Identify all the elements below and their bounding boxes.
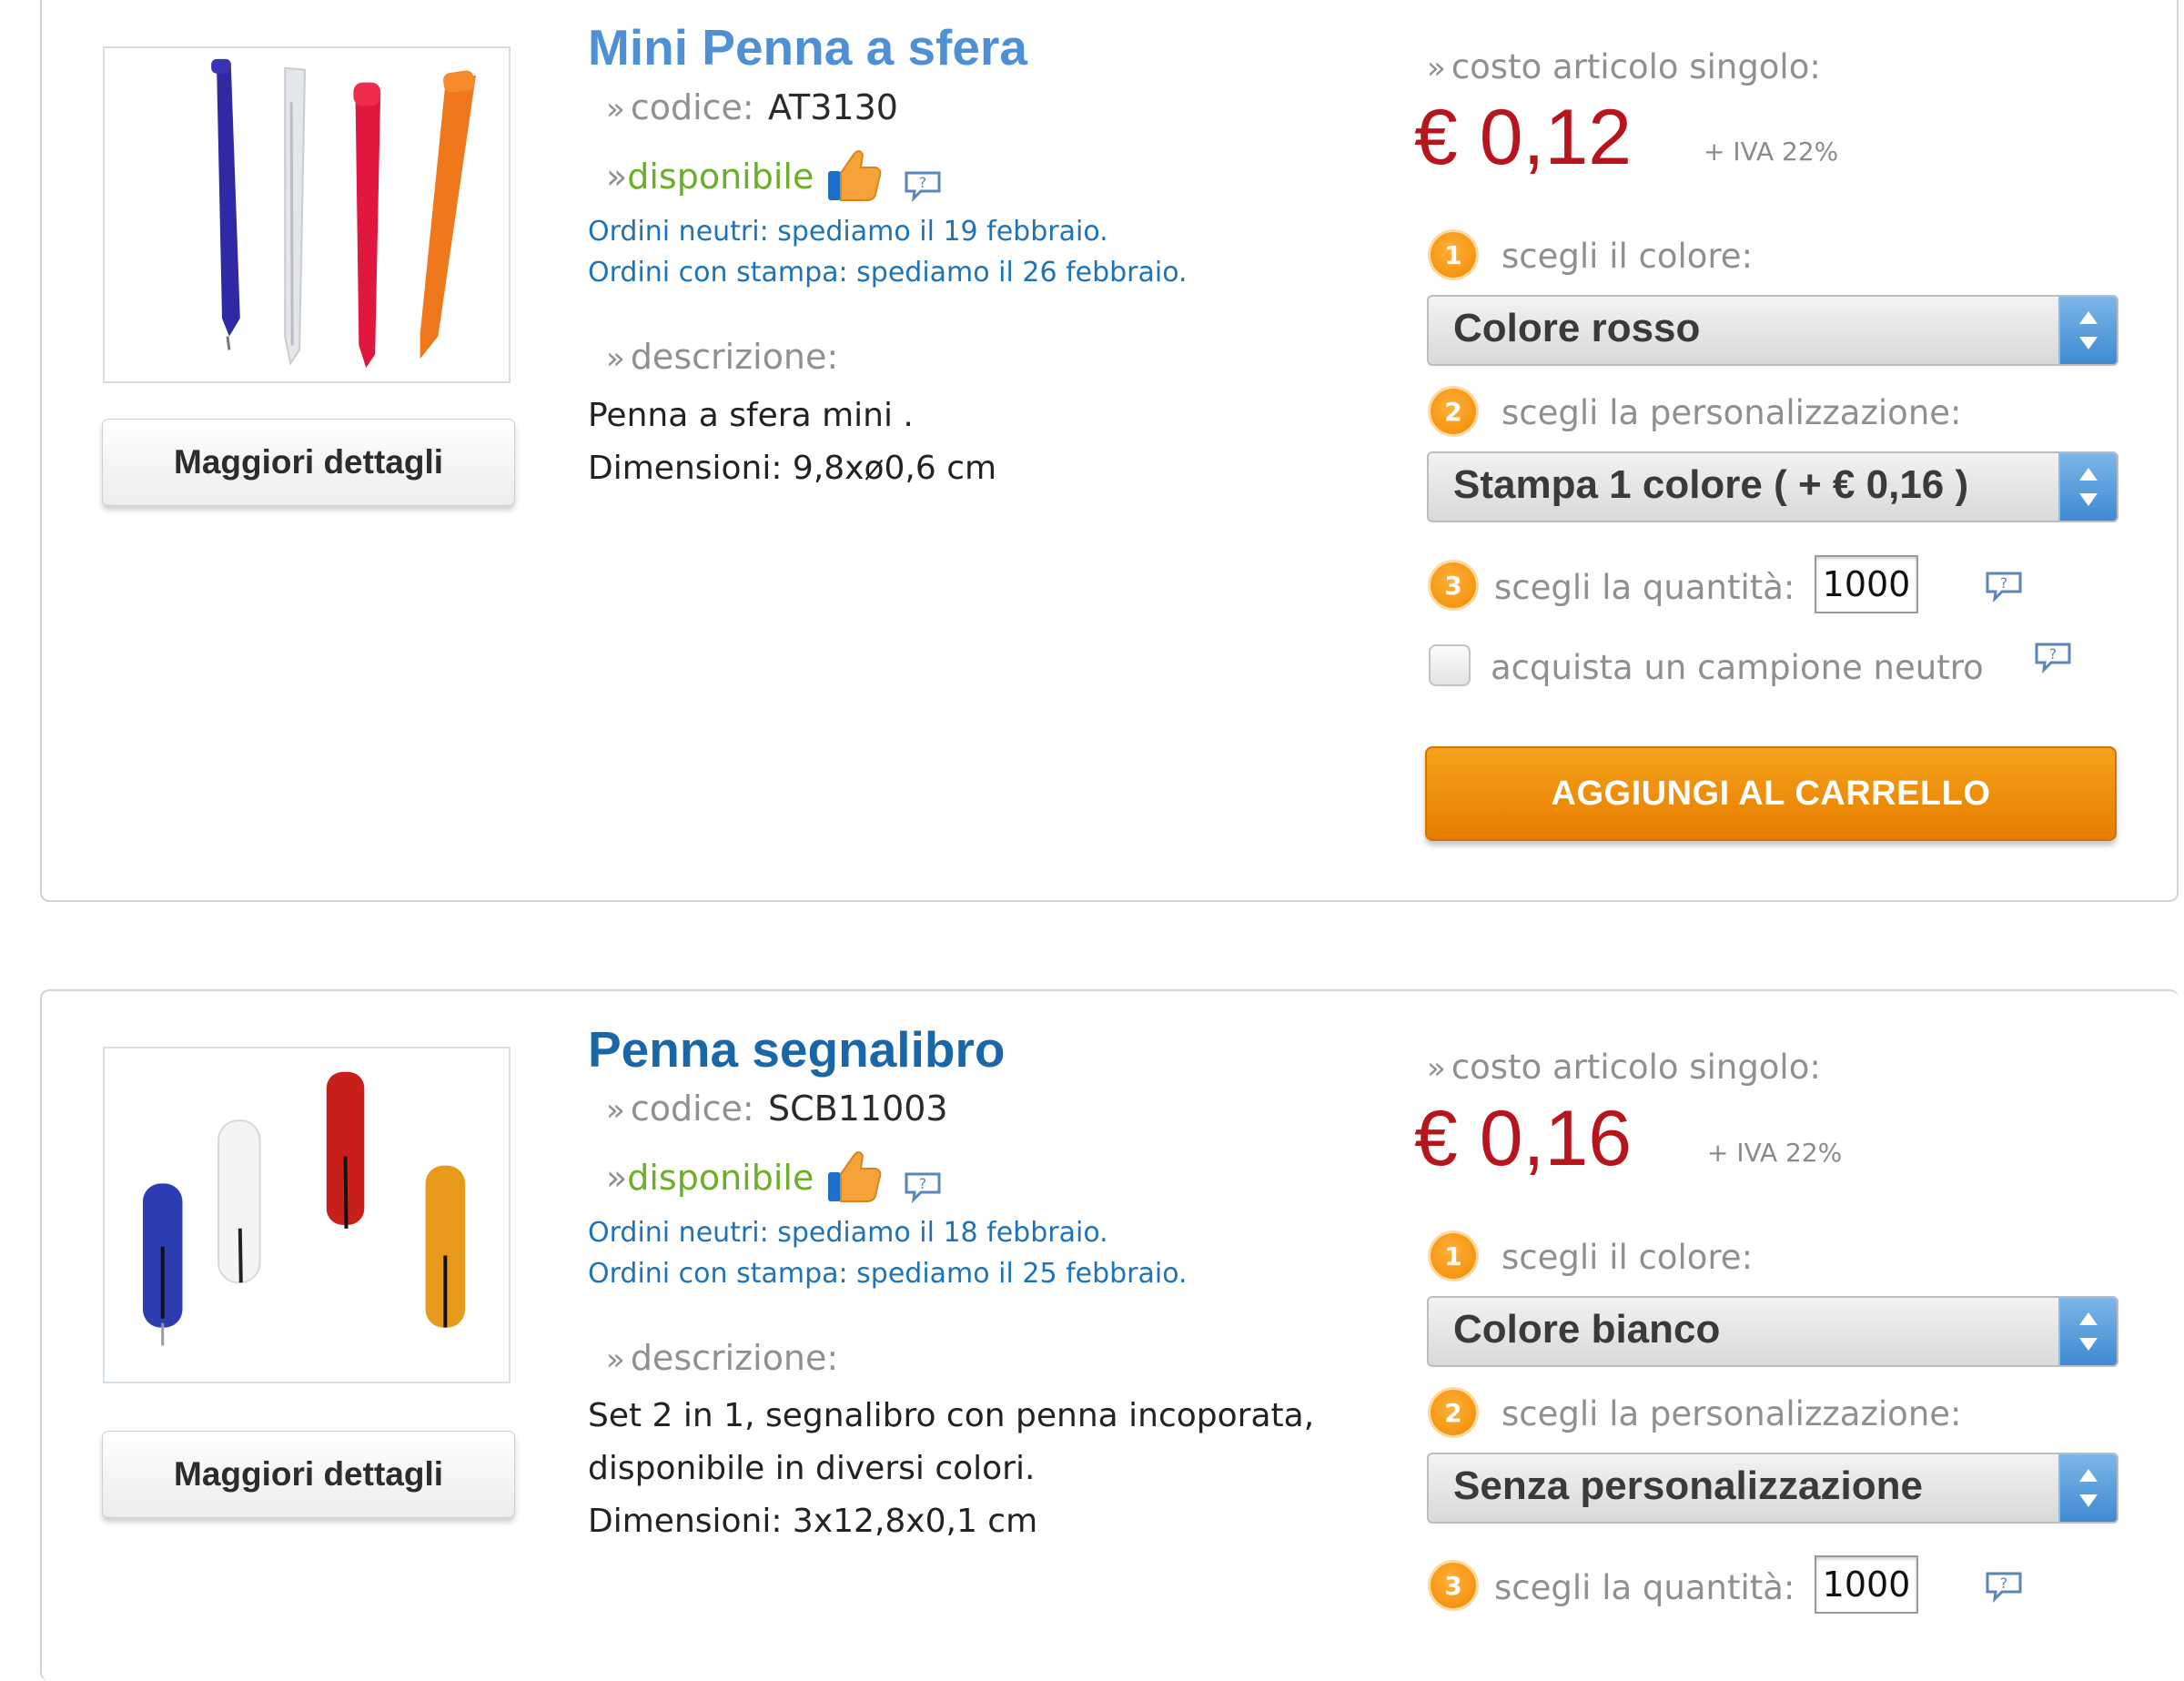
product-image[interactable] — [103, 1047, 511, 1383]
unit-cost-label: » costo articolo singolo: — [1427, 47, 1821, 86]
availability-status: »disponibile — [606, 1158, 814, 1198]
customization-step-label: scegli la personalizzazione: — [1502, 393, 1962, 432]
color-select[interactable]: Colore bianco — [1427, 1296, 2118, 1367]
step-3-icon: 3 — [1431, 562, 1476, 608]
product-image[interactable] — [103, 46, 511, 383]
bullet-icon: » — [606, 1158, 628, 1198]
thumbs-up-icon — [826, 1147, 883, 1205]
help-icon[interactable]: ? — [903, 169, 943, 203]
sample-label: acquista un campione neutro — [1491, 648, 1984, 687]
shipping-print-info: Ordini con stampa: spediamo il 26 febbra… — [588, 257, 1188, 289]
step-1-icon: 1 — [1431, 232, 1476, 278]
svg-text:?: ? — [2000, 574, 2008, 592]
product-card: Maggiori dettagli Penna segnalibro » codi… — [40, 989, 2179, 1681]
mini-pens-image — [211, 58, 476, 369]
customization-select-value: Senza personalizzazione — [1453, 1463, 1923, 1508]
color-step-label: scegli il colore: — [1502, 237, 1754, 276]
help-icon[interactable]: ? — [1984, 570, 2024, 603]
color-select[interactable]: Colore rosso — [1427, 295, 2118, 366]
svg-text:?: ? — [2000, 1575, 2008, 1592]
unit-price: € 0,16 — [1414, 1095, 1633, 1182]
shipping-print-info: Ordini con stampa: spediamo il 25 febbra… — [588, 1258, 1188, 1290]
code-label: » codice: — [606, 87, 754, 127]
svg-text:?: ? — [919, 1175, 927, 1192]
unit-cost-label: » costo articolo singolo: — [1427, 1048, 1821, 1087]
bookmark-pens-image — [142, 1071, 466, 1346]
unit-price: € 0,12 — [1414, 94, 1633, 181]
vat-note: + IVA 22% — [1704, 137, 1839, 167]
bullet-icon: » — [606, 157, 628, 197]
product-card: Maggiori dettagli Mini Penna a sfera » co… — [40, 0, 2179, 902]
bullet-icon: » — [1427, 50, 1446, 86]
select-arrows-icon — [2058, 453, 2117, 521]
bullet-icon: » — [606, 91, 625, 127]
customization-select-value: Stampa 1 colore ( + € 0,16 ) — [1453, 462, 1969, 507]
customization-select[interactable]: Senza personalizzazione — [1427, 1453, 2118, 1524]
description-line: Set 2 in 1, segnalibro con penna incopor… — [588, 1397, 1315, 1434]
more-details-button[interactable]: Maggiori dettagli — [102, 1431, 515, 1518]
svg-text:?: ? — [919, 174, 927, 191]
vat-note: + IVA 22% — [1707, 1138, 1843, 1168]
help-icon[interactable]: ? — [2033, 641, 2073, 674]
code-label: » codice: — [606, 1089, 754, 1129]
description-label: » descrizione: — [606, 1338, 839, 1378]
add-to-cart-button[interactable]: AGGIUNGI AL CARRELLO — [1425, 746, 2117, 841]
help-icon[interactable]: ? — [1984, 1570, 2024, 1604]
step-2-icon: 2 — [1431, 389, 1476, 434]
quantity-step-label: scegli la quantità: — [1494, 1568, 1795, 1607]
thumbs-up-icon — [826, 146, 883, 204]
description-line: disponibile in diversi colori. — [588, 1450, 1036, 1487]
select-arrows-icon — [2058, 1298, 2117, 1365]
step-3-icon: 3 — [1431, 1563, 1476, 1608]
description-line: Penna a sfera mini . — [588, 397, 914, 434]
select-arrows-icon — [2058, 1454, 2117, 1522]
select-arrows-icon — [2058, 297, 2117, 364]
description-line: Dimensioni: 9,8xø0,6 cm — [588, 450, 997, 487]
product-code: SCB11003 — [768, 1089, 948, 1129]
sample-checkbox[interactable] — [1429, 644, 1471, 686]
more-details-button[interactable]: Maggiori dettagli — [102, 419, 515, 506]
svg-text:?: ? — [2049, 645, 2058, 663]
product-description: Set 2 in 1, segnalibro con penna incopor… — [588, 1390, 1316, 1548]
description-label: » descrizione: — [606, 337, 839, 377]
bullet-icon: » — [606, 340, 625, 377]
product-code: AT3130 — [768, 87, 898, 127]
product-title[interactable]: Mini Penna a sfera — [588, 18, 1027, 76]
quantity-input[interactable] — [1815, 555, 1918, 613]
customization-select[interactable]: Stampa 1 colore ( + € 0,16 ) — [1427, 451, 2118, 522]
help-icon[interactable]: ? — [903, 1170, 943, 1204]
step-1-icon: 1 — [1431, 1233, 1476, 1279]
availability-status: »disponibile — [606, 157, 814, 197]
product-title[interactable]: Penna segnalibro — [588, 1020, 1005, 1078]
step-2-icon: 2 — [1431, 1390, 1476, 1435]
bullet-icon: » — [606, 1092, 625, 1129]
color-select-value: Colore bianco — [1453, 1307, 1721, 1352]
quantity-step-label: scegli la quantità: — [1494, 568, 1795, 607]
description-line: Dimensioni: 3x12,8x0,1 cm — [588, 1503, 1038, 1540]
product-description: Penna a sfera mini . Dimensioni: 9,8xø0,… — [588, 390, 1316, 495]
customization-step-label: scegli la personalizzazione: — [1502, 1394, 1962, 1433]
shipping-neutral-info: Ordini neutri: spediamo il 19 febbraio. — [588, 216, 1108, 248]
bullet-icon: » — [1427, 1050, 1446, 1087]
color-step-label: scegli il colore: — [1502, 1238, 1754, 1277]
quantity-input[interactable] — [1815, 1555, 1918, 1614]
bullet-icon: » — [606, 1342, 625, 1378]
shipping-neutral-info: Ordini neutri: spediamo il 18 febbraio. — [588, 1217, 1108, 1249]
color-select-value: Colore rosso — [1453, 306, 1701, 350]
